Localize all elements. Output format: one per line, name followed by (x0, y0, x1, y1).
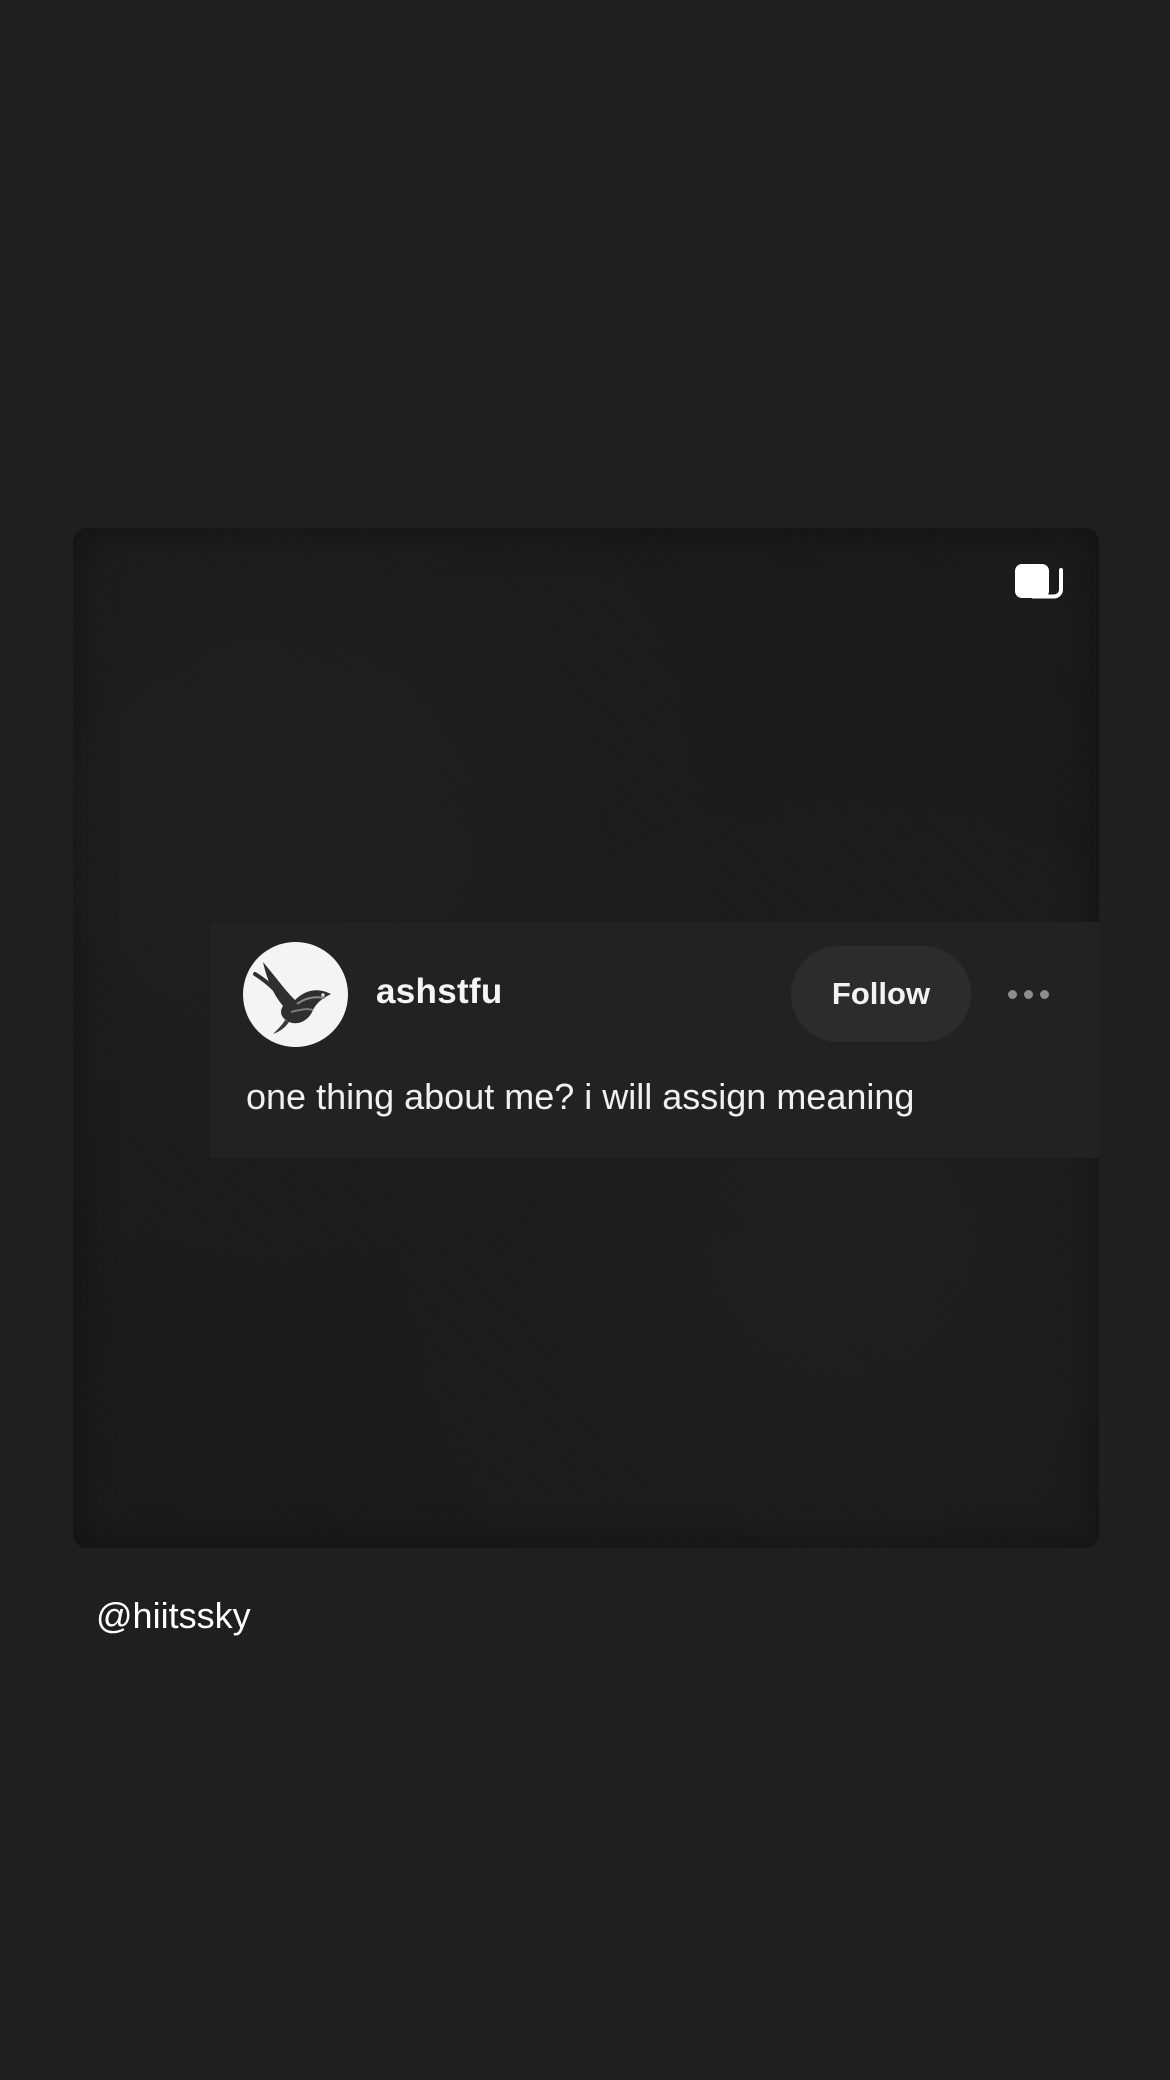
username[interactable]: ashstfu (376, 972, 503, 1012)
avatar[interactable] (243, 942, 348, 1047)
post-text: one thing about me? i will assign meanin… (246, 1076, 915, 1117)
creator-handle: @hiitssky (96, 1595, 251, 1636)
follow-button[interactable]: Follow (791, 946, 971, 1042)
multiple-images-icon (1015, 564, 1063, 599)
more-options-button[interactable] (998, 972, 1058, 1016)
more-options-icon (1007, 989, 1049, 999)
post-panel (210, 922, 1099, 1158)
swallow-bird-icon (253, 962, 331, 1034)
